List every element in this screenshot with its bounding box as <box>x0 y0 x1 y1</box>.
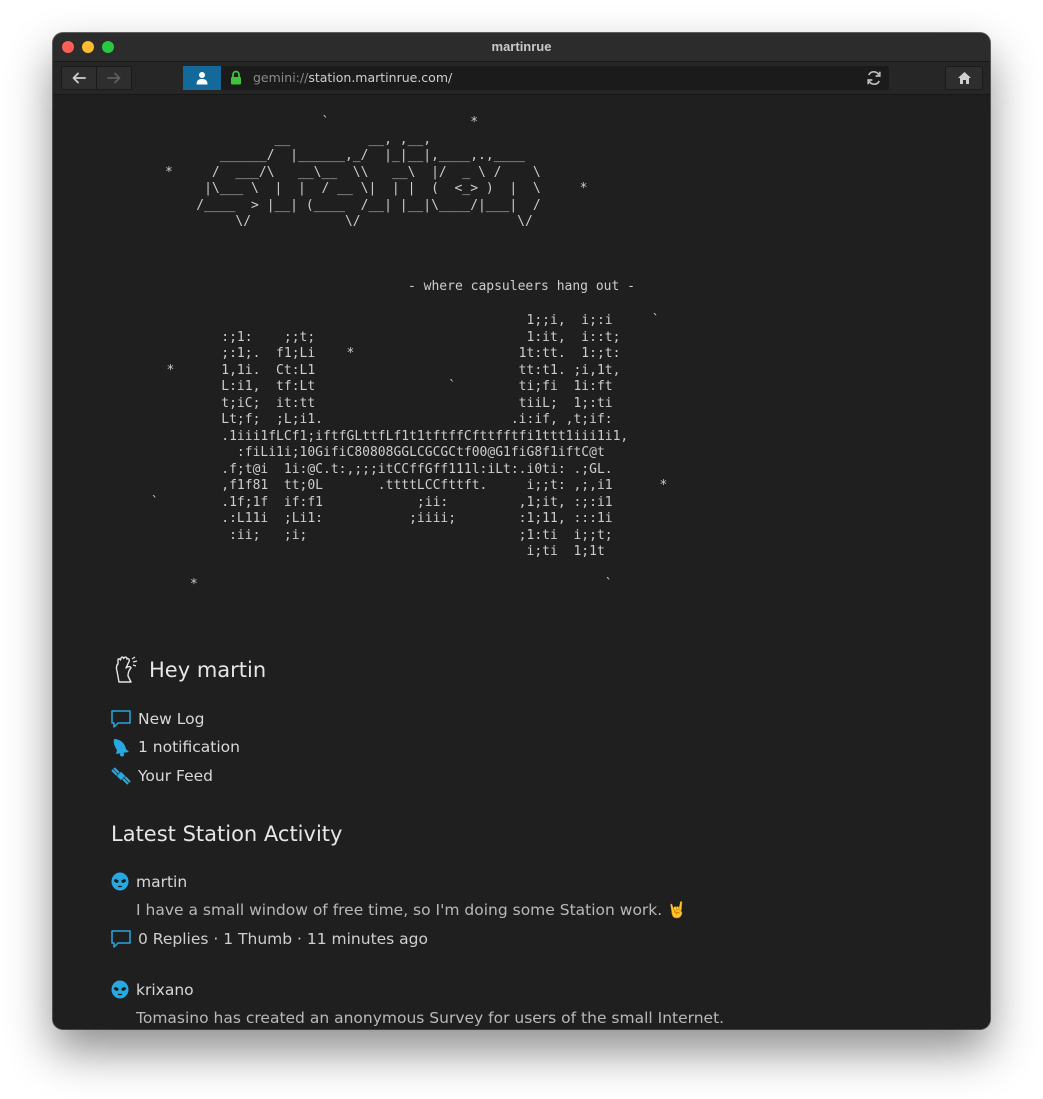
post-body: Tomasino has created an anonymous Survey… <box>136 1009 725 1027</box>
post-author-name: martin <box>136 873 188 891</box>
post-body: I have a small window of free time, so I… <box>136 901 687 919</box>
lock-icon <box>231 70 241 85</box>
post-author-name: krixano <box>136 981 194 999</box>
forward-button[interactable] <box>96 66 132 90</box>
post-meta-text: 0 Replies · 1 Thumb · 11 minutes ago <box>138 930 429 948</box>
arrow-left-icon <box>72 72 86 84</box>
satellite-icon <box>111 767 131 785</box>
arrow-right-icon <box>107 72 121 84</box>
reload-icon[interactable] <box>865 69 883 87</box>
waving-hand-icon <box>115 656 138 683</box>
identity-button[interactable] <box>183 66 221 90</box>
tagline: - where capsuleers hang out - <box>408 279 635 294</box>
user-icon <box>196 72 208 85</box>
alien-icon <box>111 980 129 999</box>
url-path: station.martinrue.com/ <box>308 70 453 85</box>
home-icon <box>957 72 971 84</box>
greeting-heading: Hey martin <box>111 655 266 685</box>
browser-window: martinrue gemini://station.martinrue.com… <box>53 33 990 1029</box>
title-bar: martinrue <box>53 33 990 62</box>
address-bar[interactable]: gemini://station.martinrue.com/ <box>183 66 889 90</box>
url-text[interactable]: gemini://station.martinrue.com/ <box>253 70 452 85</box>
post-author-martin[interactable]: martin <box>110 872 187 892</box>
your-feed-link[interactable]: Your Feed <box>110 766 213 786</box>
url-scheme: gemini:// <box>253 70 309 85</box>
new-log-label: New Log <box>138 710 205 728</box>
speech-bubble-icon <box>111 710 131 728</box>
notifications-link[interactable]: 1 notification <box>110 737 240 757</box>
alien-icon <box>111 872 129 891</box>
page-content: ` * __ __, ,__, ______/ |______,_/ |_|__… <box>53 95 990 1029</box>
toolbar: gemini://station.martinrue.com/ <box>53 62 990 95</box>
speech-bubble-icon <box>111 930 131 948</box>
ascii-logo: ` * __ __, ,__, ______/ |______,_/ |_|__… <box>164 115 588 229</box>
ascii-art: 1;;i, i;:i ` :;1: ;;t; 1:it, i::t; ;:1;.… <box>150 313 668 592</box>
bell-icon <box>113 739 129 757</box>
home-button[interactable] <box>945 66 983 90</box>
post-meta[interactable]: 0 Replies · 1 Thumb · 11 minutes ago <box>110 929 428 949</box>
greeting-text: Hey martin <box>149 658 267 682</box>
latest-activity-heading: Latest Station Activity <box>111 822 343 846</box>
your-feed-label: Your Feed <box>138 767 213 785</box>
new-log-link[interactable]: New Log <box>110 709 204 729</box>
notifications-label: 1 notification <box>138 738 240 756</box>
post-author-krixano[interactable]: krixano <box>110 980 194 1000</box>
window-title: martinrue <box>491 39 552 54</box>
back-button[interactable] <box>61 66 97 90</box>
